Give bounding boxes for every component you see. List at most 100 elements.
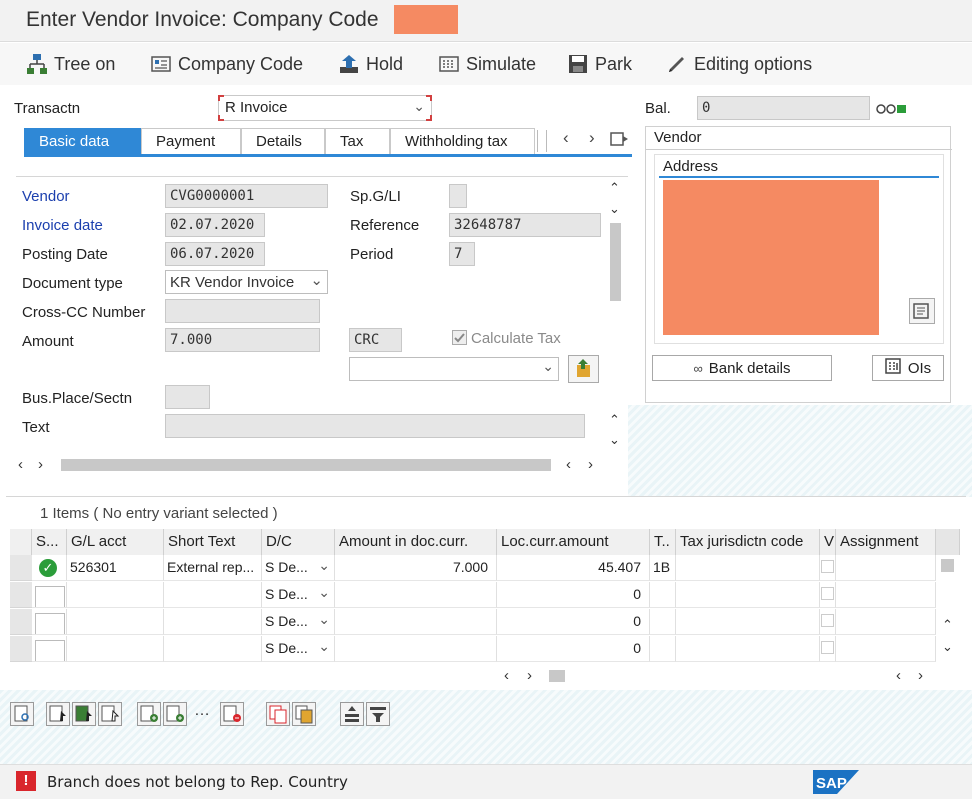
horizontal-scrollbar-thumb[interactable] [549,670,565,682]
table-row[interactable]: 0 S De... ⌄ [10,636,936,663]
table-row[interactable]: 0 S De... ⌄ [10,609,936,636]
append-row-button[interactable] [137,702,161,726]
tab-tax[interactable]: Tax [325,128,390,154]
column-header-assignment[interactable]: Assignment [836,529,936,555]
table-scroll-thumb[interactable] [941,559,954,572]
tree-on-button[interactable]: Tree on [26,51,115,77]
paste-button[interactable] [292,702,316,726]
scroll-up-icon[interactable]: ⌃ [942,617,953,633]
cell-v-checkbox[interactable] [820,555,836,581]
bus-place-field[interactable] [165,385,210,409]
cell-tax[interactable] [650,609,676,635]
park-button[interactable]: Park [567,51,632,77]
hold-button[interactable]: Hold [338,51,403,77]
v-checkbox[interactable] [821,587,834,600]
scroll-right-icon[interactable]: › [38,456,43,473]
tab-details[interactable]: Details [241,128,325,154]
company-code-button[interactable]: Company Code [150,51,303,77]
reference-field[interactable]: 32648787 [449,213,601,237]
tab-withholding-tax[interactable]: Withholding tax [390,128,535,154]
cell-amount-doc[interactable] [335,582,497,608]
row-selector[interactable] [10,609,32,635]
more-icon[interactable]: … [194,702,210,720]
table-row[interactable]: ✓ 526301 External rep... 7.000 45.407 1B S De.… [10,555,936,582]
filter-button[interactable] [366,702,390,726]
column-selector[interactable] [10,529,32,555]
cell-v-checkbox[interactable] [820,609,836,635]
column-header-gl-acct[interactable]: G/L acct [67,529,164,555]
cell-gl-acct[interactable] [67,582,164,608]
table-row[interactable]: 0 S De... ⌄ [10,582,936,609]
calculate-tax-checkbox[interactable] [452,330,467,345]
tab-basic-data[interactable]: Basic data [24,128,141,154]
cell-amount-doc[interactable] [335,636,497,662]
select-block-button[interactable] [72,702,96,726]
delete-row-button[interactable] [220,702,244,726]
scroll-left-icon[interactable]: ‹ [18,456,23,473]
copy-button[interactable] [266,702,290,726]
cell-amount-doc[interactable]: 7.000 [335,555,497,581]
cell-gl-acct[interactable] [67,609,164,635]
scroll-right-icon[interactable]: › [527,667,532,684]
cell-tax[interactable]: 1B [650,555,676,581]
invoice-date-field[interactable]: 02.07.2020 [165,213,265,237]
bank-details-button[interactable]: ∞ Bank details [652,355,832,381]
cross-cc-field[interactable] [165,299,320,323]
vendor-field[interactable]: CVG0000001 [165,184,328,208]
column-header-status[interactable]: S... [32,529,67,555]
spgl-field[interactable] [449,184,467,208]
cell-short-text[interactable] [164,636,262,662]
scroll-right-icon[interactable]: › [588,456,593,473]
tab-list-icon[interactable] [610,130,630,148]
editing-options-button[interactable]: Editing options [666,51,812,77]
horizontal-scrollbar-thumb[interactable] [61,459,551,471]
v-checkbox[interactable] [821,641,834,654]
status-input[interactable] [35,613,65,634]
column-header-short-text[interactable]: Short Text [164,529,262,555]
cell-v-checkbox[interactable] [820,582,836,608]
tax-details-button[interactable] [568,355,599,383]
tab-payment[interactable]: Payment [141,128,241,154]
status-input[interactable] [35,640,65,661]
cell-loc-amount[interactable]: 0 [497,582,650,608]
amount-field[interactable]: 7.000 [165,328,320,352]
select-all-button[interactable] [46,702,70,726]
table-settings-corner[interactable] [936,529,960,555]
cell-short-text[interactable] [164,582,262,608]
column-header-amount-doc[interactable]: Amount in doc.curr. [335,529,497,555]
scroll-up-icon[interactable]: ⌃ [609,180,620,196]
deselect-all-button[interactable] [98,702,122,726]
column-header-dc[interactable]: D/C [262,529,335,555]
scroll-left-icon[interactable]: ‹ [504,667,509,684]
sort-button[interactable] [340,702,364,726]
status-input[interactable] [35,586,65,607]
cell-assignment[interactable] [836,636,936,662]
text-field[interactable] [165,414,585,438]
scroll-right-icon[interactable]: › [918,667,923,684]
scroll-down-icon[interactable]: ⌄ [609,432,620,448]
cell-assignment[interactable] [836,609,936,635]
tab-scroll-right-icon[interactable]: › [589,128,595,148]
scroll-down-icon[interactable]: ⌄ [609,201,620,217]
row-selector[interactable] [10,636,32,662]
cell-dc-select[interactable]: S De... ⌄ [262,555,335,581]
cell-amount-doc[interactable] [335,609,497,635]
open-items-button[interactable]: OIs [872,355,944,381]
row-selector[interactable] [10,555,32,581]
column-header-tax-jurisdiction[interactable]: Tax jurisdictn code [676,529,820,555]
scroll-up-icon[interactable]: ⌃ [609,412,620,428]
cell-tax[interactable] [650,636,676,662]
v-checkbox[interactable] [821,614,834,627]
cell-tax-jurisdiction[interactable] [676,555,820,581]
period-field[interactable]: 7 [449,242,475,266]
document-type-select[interactable]: KR Vendor Invoice ⌄ [165,270,328,294]
tab-scroll-left-icon[interactable]: ‹ [563,128,569,148]
cell-gl-acct[interactable] [67,636,164,662]
cell-dc-select[interactable]: S De... ⌄ [262,582,335,608]
posting-date-field[interactable]: 06.07.2020 [165,242,265,266]
table-vertical-scroll[interactable]: ⌃ ⌄ [936,555,960,662]
transaction-select[interactable]: R Invoice ⌄ [218,95,432,121]
detail-view-button[interactable] [10,702,34,726]
status-message[interactable]: Branch does not belong to Rep. Country [47,773,348,791]
cell-assignment[interactable] [836,582,936,608]
